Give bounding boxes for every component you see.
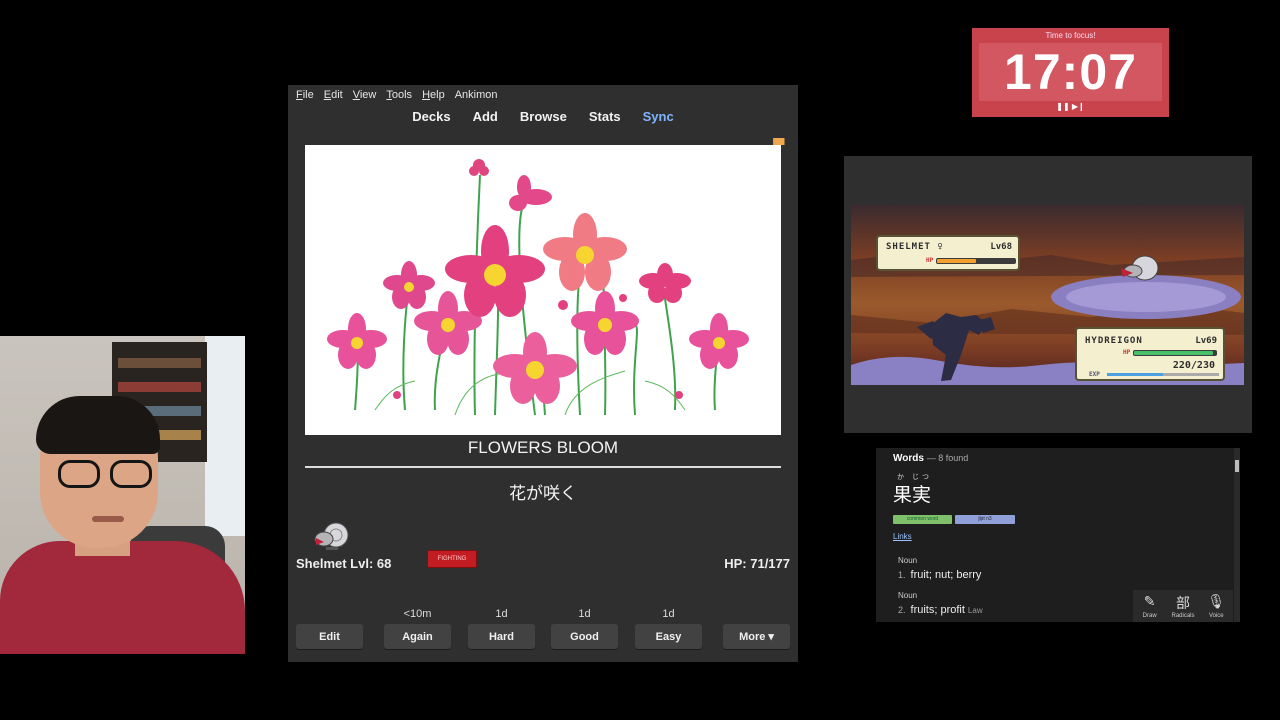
- timer-controls[interactable]: ❚❚ ▶❙: [972, 102, 1169, 111]
- easy-button[interactable]: Easy: [635, 624, 702, 649]
- toolbar-decks[interactable]: Decks: [412, 109, 450, 124]
- links-link[interactable]: Links: [893, 532, 912, 541]
- pencil-icon: ✎: [1143, 593, 1156, 609]
- toolbar-add[interactable]: Add: [473, 109, 498, 124]
- sense-1-gloss: fruit; nut; berry: [910, 569, 982, 581]
- easy-interval: 1d: [662, 608, 675, 620]
- menu-edit[interactable]: Edit: [324, 89, 343, 101]
- webcam-person-shirt: [0, 541, 245, 654]
- card-front-text: FLOWERS BLOOM: [467, 438, 619, 457]
- dict-tools: ✎ Draw 部 Radicals 🎙 Voice: [1133, 590, 1233, 622]
- pokemon-name-level: Shelmet Lvl: 68: [296, 556, 392, 571]
- part-of-speech-2: Noun: [898, 591, 918, 600]
- toolbar-browse[interactable]: Browse: [520, 109, 567, 124]
- enemy-hp-bar: [936, 258, 1016, 264]
- type-badge: FIGHTING: [427, 550, 477, 568]
- exp-label: EXP: [1089, 371, 1100, 378]
- voice-label: Voice: [1208, 613, 1224, 619]
- webcam-feed: [0, 336, 245, 654]
- battle-screen: SHELMET ♀ Lv68 HP HYDREIGON Lv69 HP 220/…: [851, 205, 1244, 385]
- enemy-hp-label: HP: [926, 257, 934, 264]
- timer-caption: Time to focus!: [1045, 31, 1096, 40]
- good-button[interactable]: Good: [551, 624, 618, 649]
- card-image-flowers: [305, 145, 781, 435]
- part-of-speech-1: Noun: [898, 556, 918, 565]
- player-level: Lv69: [1195, 336, 1217, 346]
- sense-1-number: 1.: [898, 570, 906, 580]
- exp-bar: [1107, 373, 1219, 376]
- card-back-text: 花が咲く: [509, 484, 577, 503]
- enemy-name: SHELMET ♀: [886, 242, 944, 252]
- focus-timer: Time to focus! 17:07 ❚❚ ▶❙: [972, 28, 1169, 117]
- pokemon-hp: HP: 71/177: [724, 556, 790, 571]
- draw-label: Draw: [1142, 613, 1157, 619]
- draw-button[interactable]: ✎ Draw: [1133, 590, 1166, 622]
- enemy-level: Lv68: [990, 242, 1012, 252]
- hard-interval: 1d: [495, 608, 508, 620]
- menu-bar: File Edit View Tools Help Ankimon: [288, 85, 798, 105]
- sense-2: 2. fruits; profit Law: [898, 604, 983, 616]
- again-interval: <10m: [403, 608, 432, 620]
- menu-tools[interactable]: Tools: [386, 89, 412, 101]
- tag-common-word: common word: [893, 515, 952, 524]
- tag-jlpt: jlpt n3: [955, 515, 1015, 524]
- headword: 果実: [893, 485, 932, 506]
- menu-view[interactable]: View: [353, 89, 377, 101]
- card-divider: [305, 466, 781, 468]
- webcam-person-mouth: [92, 516, 124, 522]
- dict-header: Words — 8 found: [893, 453, 968, 464]
- player-hp-label: HP: [1123, 349, 1131, 356]
- sense-2-gloss: fruits; profit: [910, 604, 965, 616]
- flower: [327, 313, 387, 369]
- radicals-label: Radicals: [1171, 613, 1195, 619]
- main-toolbar: Decks Add Browse Stats Sync: [288, 105, 798, 127]
- radical-icon: 部: [1175, 595, 1190, 611]
- hard-button[interactable]: Hard: [468, 624, 535, 649]
- webcam-person-glasses: [52, 460, 158, 488]
- player-name: HYDREIGON: [1085, 336, 1143, 346]
- answer-bar: Edit <10m Again 1d Hard 1d Good 1d Easy …: [288, 603, 798, 662]
- sense-2-number: 2.: [898, 605, 906, 615]
- menu-file[interactable]: File: [296, 89, 314, 101]
- again-button[interactable]: Again: [384, 624, 451, 649]
- dict-header-title: Words: [893, 453, 924, 464]
- timer-time: 17:07: [1004, 44, 1137, 100]
- player-hud: HYDREIGON Lv69 HP 220/230 EXP: [1075, 327, 1225, 381]
- player-hp-bar: [1133, 350, 1217, 356]
- sense-1: 1. fruit; nut; berry: [898, 569, 981, 581]
- dict-result-count: — 8 found: [926, 453, 969, 463]
- edit-button[interactable]: Edit: [296, 624, 363, 649]
- toolbar-sync[interactable]: Sync: [643, 109, 674, 124]
- enemy-hud: SHELMET ♀ Lv68 HP: [876, 235, 1020, 271]
- toolbar-stats[interactable]: Stats: [589, 109, 621, 124]
- radicals-button[interactable]: 部 Radicals: [1166, 590, 1199, 622]
- webcam-window: [205, 336, 245, 536]
- microphone-icon: 🎙: [1207, 593, 1226, 609]
- game-window: SHELMET ♀ Lv68 HP HYDREIGON Lv69 HP 220/…: [844, 156, 1252, 433]
- menu-help[interactable]: Help: [422, 89, 445, 101]
- anki-window: File Edit View Tools Help Ankimon Decks …: [288, 85, 798, 662]
- menu-ankimon[interactable]: Ankimon: [455, 89, 498, 101]
- sense-2-misc: Law: [967, 606, 983, 615]
- webcam-person-hair: [36, 396, 160, 454]
- dict-scrollbar[interactable]: [1234, 448, 1240, 622]
- dictionary-popup: Words — 8 found か じつ 果実 common word jlpt…: [876, 448, 1240, 622]
- more-button[interactable]: More ▾: [723, 624, 790, 649]
- good-interval: 1d: [578, 608, 591, 620]
- voice-button[interactable]: 🎙 Voice: [1200, 590, 1233, 622]
- shelmet-sprite-icon: [314, 522, 349, 550]
- player-hp-numbers: 220/230: [1172, 360, 1215, 371]
